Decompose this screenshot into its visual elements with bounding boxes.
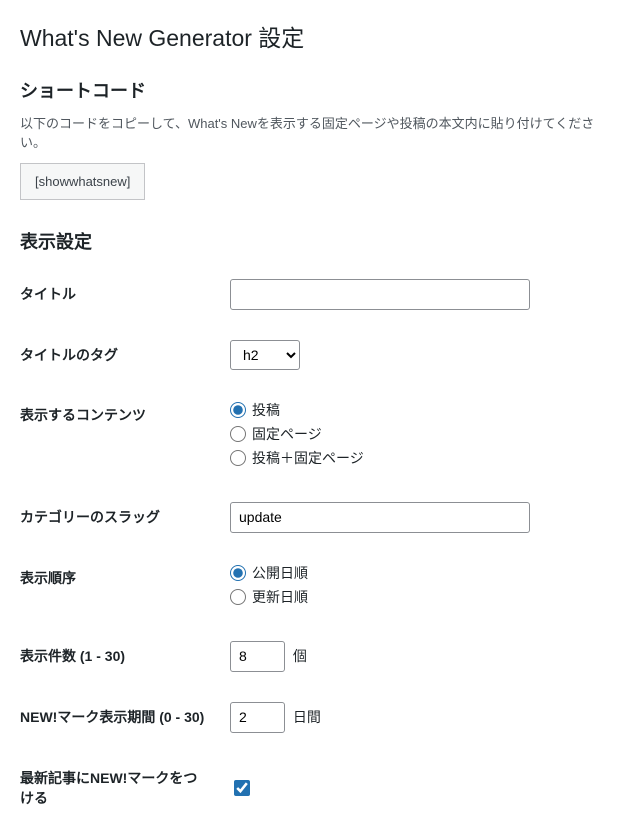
page-title: What's New Generator 設定 bbox=[20, 10, 602, 57]
title-label: タイトル bbox=[20, 264, 220, 325]
order-label: 表示順序 bbox=[20, 548, 220, 626]
shortcode-description: 以下のコードをコピーして、What's Newを表示する固定ページや投稿の本文内… bbox=[20, 113, 602, 151]
title-tag-select[interactable]: h2 bbox=[230, 340, 300, 370]
new-period-input[interactable] bbox=[230, 702, 285, 733]
content-type-radio-page[interactable] bbox=[230, 426, 246, 442]
new-period-label: NEW!マーク表示期間 (0 - 30) bbox=[20, 687, 220, 748]
count-input[interactable] bbox=[230, 641, 285, 672]
display-settings-heading: 表示設定 bbox=[20, 228, 602, 254]
shortcode-display: [showwhatsnew] bbox=[20, 163, 145, 200]
content-type-both-text: 投稿＋固定ページ bbox=[252, 448, 364, 468]
content-type-post-text: 投稿 bbox=[252, 400, 280, 420]
content-type-option-post[interactable]: 投稿 bbox=[230, 400, 592, 420]
category-slug-label: カテゴリーのスラッグ bbox=[20, 487, 220, 548]
title-input[interactable] bbox=[230, 279, 530, 310]
content-type-radio-both[interactable] bbox=[230, 450, 246, 466]
content-type-page-text: 固定ページ bbox=[252, 424, 322, 444]
shortcode-heading: ショートコード bbox=[20, 77, 602, 103]
count-suffix: 個 bbox=[293, 648, 307, 664]
order-modified-text: 更新日順 bbox=[252, 587, 308, 607]
count-label: 表示件数 (1 - 30) bbox=[20, 626, 220, 687]
order-radio-modified[interactable] bbox=[230, 589, 246, 605]
content-type-radio-post[interactable] bbox=[230, 402, 246, 418]
mark-latest-label: 最新記事にNEW!マークをつける bbox=[20, 748, 220, 828]
content-type-option-page[interactable]: 固定ページ bbox=[230, 424, 592, 444]
order-publish-text: 公開日順 bbox=[252, 563, 308, 583]
title-tag-label: タイトルのタグ bbox=[20, 325, 220, 385]
category-slug-input[interactable] bbox=[230, 502, 530, 533]
mark-latest-checkbox[interactable] bbox=[234, 780, 250, 796]
new-period-suffix: 日間 bbox=[293, 709, 321, 725]
content-type-option-both[interactable]: 投稿＋固定ページ bbox=[230, 448, 592, 468]
content-type-label: 表示するコンテンツ bbox=[20, 385, 220, 487]
settings-form-table: タイトル タイトルのタグ h2 表示するコンテンツ 投稿 固定ページ bbox=[20, 264, 602, 828]
order-option-modified[interactable]: 更新日順 bbox=[230, 587, 592, 607]
order-option-publish[interactable]: 公開日順 bbox=[230, 563, 592, 583]
order-radio-publish[interactable] bbox=[230, 565, 246, 581]
